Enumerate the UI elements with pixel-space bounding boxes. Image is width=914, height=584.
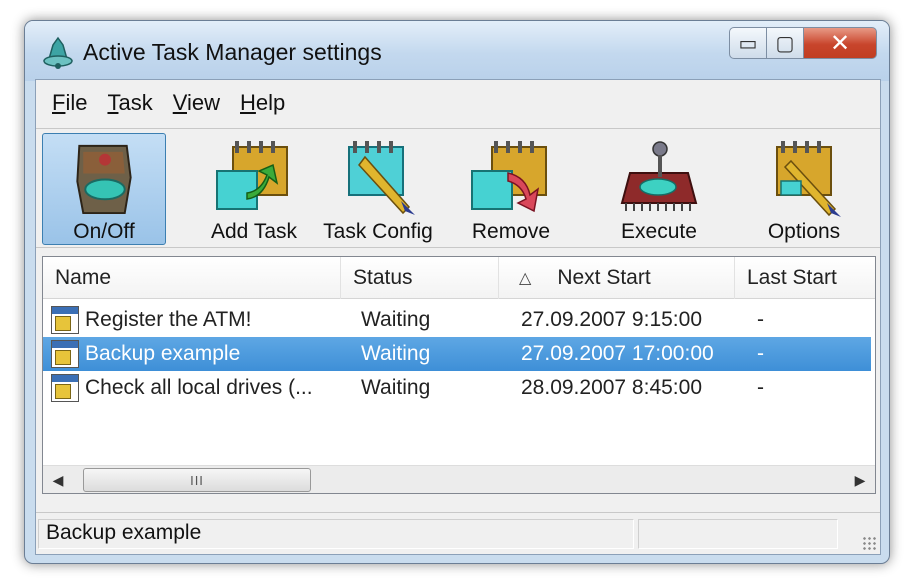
menu-view-accesskey: V — [172, 90, 187, 115]
task-list[interactable]: Name Status △ Next Start Last Start Regi… — [42, 256, 876, 494]
close-icon: ✕ — [829, 29, 851, 57]
column-header-status[interactable]: Status — [341, 257, 499, 299]
cell-status: Waiting — [361, 308, 431, 331]
cell-next-start: 27.09.2007 9:15:00 — [521, 308, 703, 331]
resize-grip-icon[interactable] — [862, 536, 876, 550]
status-pane-secondary — [638, 519, 838, 549]
cell-name: Check all local drives (... — [85, 376, 313, 399]
cell-status: Waiting — [361, 342, 431, 365]
remove-icon — [471, 141, 547, 213]
scroll-right-icon: ▶ — [854, 471, 866, 488]
menu-bar: File Task View Help — [36, 80, 880, 126]
status-text: Backup example — [46, 521, 202, 544]
column-name-label: Name — [55, 266, 112, 289]
cell-status: Waiting — [361, 376, 431, 399]
menu-task[interactable]: Task — [97, 90, 162, 116]
app-window: Active Task Manager settings ▭ ▢ ✕ File … — [24, 20, 890, 564]
horizontal-scrollbar[interactable]: ◀ III ▶ — [43, 465, 875, 493]
toolbar: On/Off Add Task Task Config Remove Execu… — [36, 128, 880, 248]
execute-label: Execute — [621, 220, 697, 243]
scroll-grip-icon: III — [190, 472, 204, 488]
menu-file[interactable]: File — [42, 90, 97, 116]
task-config-button[interactable]: Task Config — [318, 133, 438, 245]
maximize-icon: ▢ — [775, 32, 795, 55]
menu-help-label: elp — [255, 90, 286, 115]
menu-help-accesskey: H — [240, 90, 256, 115]
column-header-next-start[interactable]: △ Next Start — [499, 257, 735, 299]
cell-last-start: - — [757, 342, 764, 365]
add-task-button[interactable]: Add Task — [194, 133, 314, 245]
menu-view-label: iew — [187, 90, 221, 115]
menu-view[interactable]: View — [163, 90, 230, 116]
maximize-button[interactable]: ▢ — [766, 27, 804, 59]
column-next-start-label: Next Start — [557, 266, 651, 289]
options-label: Options — [767, 220, 841, 243]
close-button[interactable]: ✕ — [803, 27, 877, 59]
table-row[interactable]: Register the ATM! Waiting 27.09.2007 9:1… — [43, 303, 871, 337]
column-last-start-label: Last Start — [747, 266, 837, 289]
cell-last-start: - — [757, 376, 764, 399]
options-icon — [776, 141, 841, 217]
task-config-label: Task Config — [323, 220, 433, 243]
cell-name: Backup example — [85, 342, 241, 365]
scroll-thumb[interactable]: III — [83, 468, 311, 492]
execute-button[interactable]: Execute — [604, 133, 714, 245]
on-off-label: On/Off — [73, 220, 135, 243]
task-icon — [51, 340, 79, 368]
execute-icon — [620, 141, 698, 211]
menu-task-accesskey: T — [107, 90, 119, 115]
cell-next-start: 27.09.2007 17:00:00 — [521, 342, 714, 365]
column-header-last-start[interactable]: Last Start — [735, 257, 875, 299]
scroll-left-button[interactable]: ◀ — [43, 466, 73, 494]
add-task-icon — [216, 141, 288, 210]
window-title: Active Task Manager settings — [83, 39, 382, 65]
on-off-button[interactable]: On/Off — [42, 133, 166, 245]
sort-ascending-icon: △ — [519, 270, 532, 287]
add-task-label: Add Task — [211, 220, 297, 243]
task-config-icon — [348, 141, 415, 215]
minimize-icon: ▭ — [738, 32, 758, 55]
menu-file-accesskey: F — [52, 90, 66, 115]
window-controls: ▭ ▢ ✕ — [729, 27, 877, 63]
title-bar[interactable]: Active Task Manager settings ▭ ▢ ✕ — [25, 21, 889, 81]
table-row[interactable]: Check all local drives (... Waiting 28.0… — [43, 371, 871, 405]
cell-name: Register the ATM! — [85, 308, 252, 331]
options-button[interactable]: Options — [754, 133, 854, 245]
on-off-icon — [76, 144, 132, 215]
status-bar: Backup example — [36, 512, 880, 554]
list-header: Name Status △ Next Start Last Start — [43, 257, 875, 299]
remove-button[interactable]: Remove — [456, 133, 566, 245]
cell-last-start: - — [757, 308, 764, 331]
task-icon — [51, 374, 79, 402]
scroll-right-button[interactable]: ▶ — [845, 466, 875, 494]
table-row-selected[interactable]: Backup example Waiting 27.09.2007 17:00:… — [43, 337, 871, 371]
menu-file-label: ile — [65, 90, 88, 115]
cell-next-start: 28.09.2007 8:45:00 — [521, 376, 703, 399]
app-bell-icon — [43, 36, 73, 69]
menu-help[interactable]: Help — [230, 90, 295, 116]
column-header-name[interactable]: Name — [43, 257, 341, 299]
column-status-label: Status — [353, 266, 413, 289]
client-area: File Task View Help On/Off Add Task Task… — [35, 79, 881, 555]
scroll-left-icon: ◀ — [52, 471, 64, 488]
remove-label: Remove — [471, 220, 551, 243]
minimize-button[interactable]: ▭ — [729, 27, 767, 59]
menu-task-label: ask — [118, 90, 153, 115]
task-icon — [51, 306, 79, 334]
